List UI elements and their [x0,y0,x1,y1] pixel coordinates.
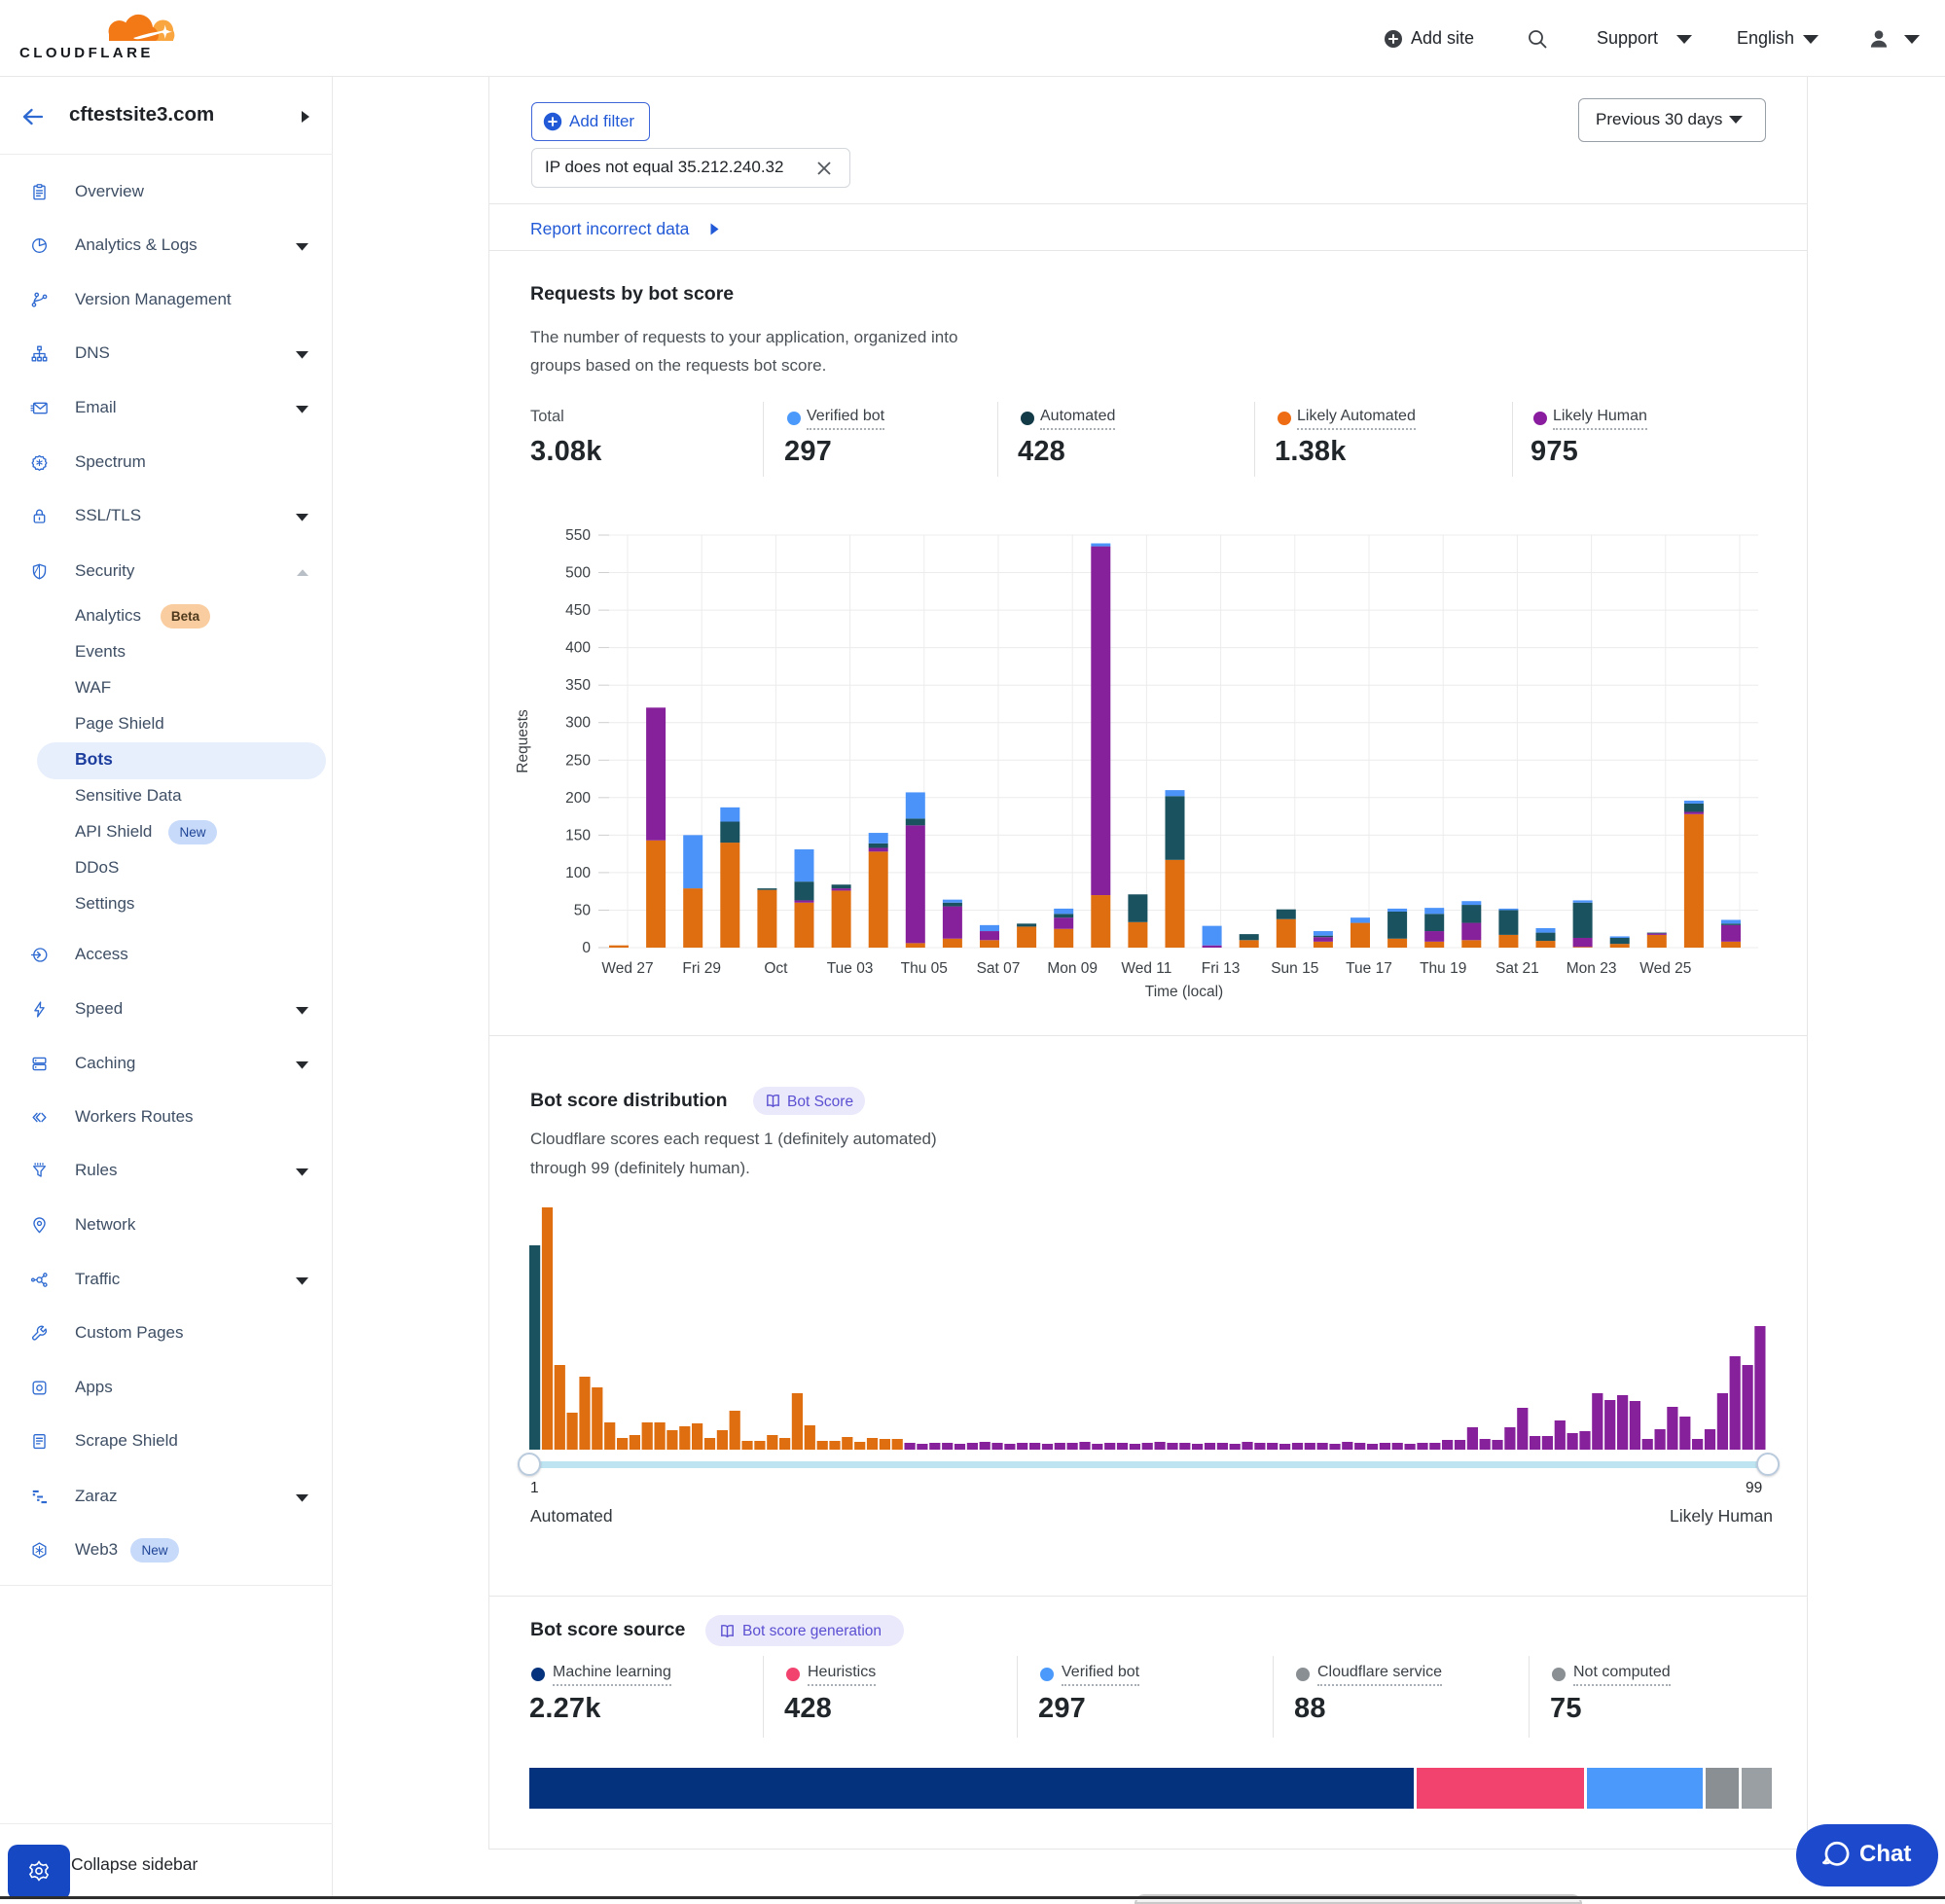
svg-text:Wed 25: Wed 25 [1639,960,1691,977]
svg-text:Wed 27: Wed 27 [601,960,653,977]
svg-text:Requests: Requests [515,709,531,773]
svg-text:0: 0 [582,940,591,956]
svg-text:Sat 07: Sat 07 [977,960,1021,977]
svg-text:300: 300 [565,715,591,732]
svg-text:500: 500 [565,565,591,582]
svg-text:Fri 13: Fri 13 [1202,960,1241,977]
svg-text:450: 450 [565,602,591,619]
svg-text:Wed 11: Wed 11 [1121,960,1171,977]
svg-text:Sun 15: Sun 15 [1271,960,1318,977]
svg-text:400: 400 [565,640,591,657]
svg-text:Thu 05: Thu 05 [901,960,948,977]
svg-text:350: 350 [565,677,591,694]
svg-text:Mon 23: Mon 23 [1567,960,1617,977]
svg-text:Fri 29: Fri 29 [682,960,721,977]
svg-text:Sat 21: Sat 21 [1495,960,1539,977]
svg-text:Thu 19: Thu 19 [1420,960,1466,977]
svg-text:250: 250 [565,752,591,769]
svg-text:Time (local): Time (local) [1145,984,1223,1000]
svg-text:100: 100 [565,865,591,881]
svg-text:150: 150 [565,827,591,844]
svg-text:Tue 03: Tue 03 [827,960,874,977]
svg-text:Oct: Oct [764,960,788,977]
svg-text:200: 200 [565,790,591,807]
svg-text:550: 550 [565,527,591,544]
svg-text:CLOUDFLARE: CLOUDFLARE [19,45,154,61]
svg-text:Tue 17: Tue 17 [1346,960,1392,977]
svg-text:Mon 09: Mon 09 [1047,960,1098,977]
svg-text:50: 50 [574,903,592,919]
